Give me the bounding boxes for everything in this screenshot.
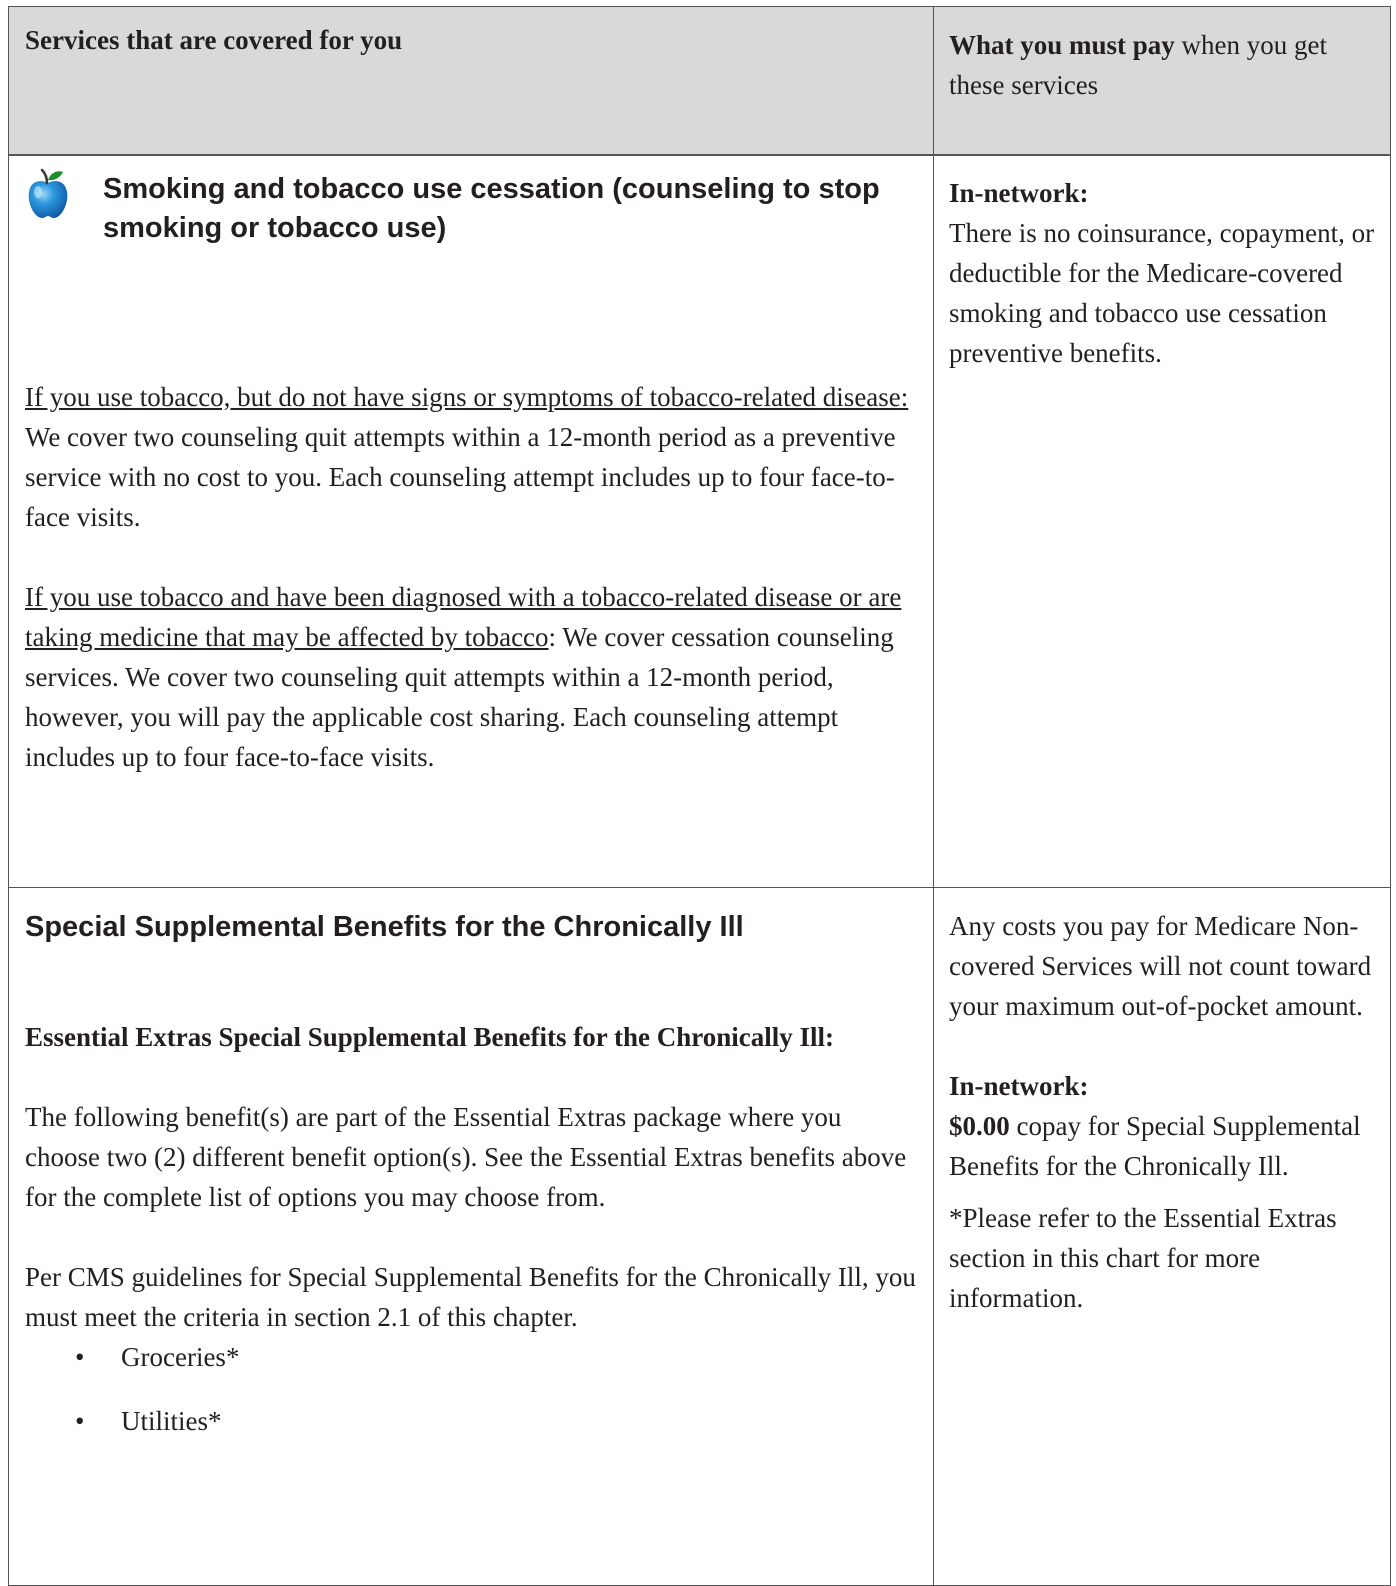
smoking-cessation-heading-block: Smoking and tobacco use cessation (couns… <box>25 168 917 248</box>
bullet-icon: • <box>75 1406 85 1436</box>
ssbci-title: Special Supplemental Benefits for the Ch… <box>25 911 744 943</box>
ssbci-copay-text: $0.00 copay for Special Supplemental Ben… <box>949 1106 1376 1186</box>
ssbci-subtitle-text: Essential Extras Special Supplemental Be… <box>25 1022 835 1052</box>
table-row: Special Supplemental Benefits for the Ch… <box>8 887 1391 1586</box>
apple-icon <box>28 168 68 218</box>
bullet-icon: • <box>75 1342 85 1372</box>
ssbci-paragraph-1: The following benefit(s) are part of the… <box>25 1102 907 1212</box>
ssbci-refer-note: *Please refer to the Essential Extras se… <box>949 1203 1337 1313</box>
ssbci-benefit-list: • Groceries* • Utilities* <box>25 1337 917 1441</box>
list-item: • Groceries* <box>75 1337 917 1377</box>
table-row: Smoking and tobacco use cessation (couns… <box>8 154 1391 888</box>
smoking-cessation-condition-1: If you use tobacco, but do not have sign… <box>25 382 909 412</box>
ssbci-moop-note: Any costs you pay for Medicare Non-cover… <box>949 911 1372 1021</box>
in-network-label: In-network: <box>949 173 1376 213</box>
smoking-cessation-paragraph-1: If you use tobacco, but do not have sign… <box>25 377 917 537</box>
ssbci-subtitle: Essential Extras Special Supplemental Be… <box>25 1017 917 1057</box>
in-network-label-text: In-network: <box>949 1071 1089 1101</box>
smoking-cessation-service-cell: Smoking and tobacco use cessation (couns… <box>8 154 934 888</box>
ssbci-service-cell: Special Supplemental Benefits for the Ch… <box>8 887 934 1586</box>
smoking-cessation-paragraph-2: If you use tobacco and have been diagnos… <box>25 577 917 777</box>
smoking-cessation-cost-cell: In-network: There is no coinsurance, cop… <box>933 154 1391 888</box>
smoking-cessation-detail-1: We cover two counseling quit attempts wi… <box>25 422 896 532</box>
header-what-you-must-pay-bold: What you must pay <box>949 30 1175 60</box>
list-item-text: Groceries* <box>121 1342 240 1372</box>
ssbci-copay-amount: $0.00 <box>949 1111 1010 1141</box>
benefits-chart-table: Services that are covered for you What y… <box>8 6 1391 1586</box>
header-what-you-must-pay: What you must pay when you get these ser… <box>933 6 1391 156</box>
ssbci-cost-cell: Any costs you pay for Medicare Non-cover… <box>933 887 1391 1586</box>
list-item: • Utilities* <box>75 1401 917 1441</box>
ssbci-copay-description: copay for Special Supplemental Benefits … <box>949 1111 1361 1181</box>
table-header-row: Services that are covered for you What y… <box>8 6 1391 156</box>
header-services-covered: Services that are covered for you <box>8 6 934 156</box>
ssbci-paragraph-2: Per CMS guidelines for Special Supplemen… <box>25 1262 916 1332</box>
list-item-text: Utilities* <box>121 1406 222 1436</box>
smoking-cessation-title: Smoking and tobacco use cessation (couns… <box>103 173 880 244</box>
in-network-label-text: In-network: <box>949 178 1089 208</box>
in-network-label: In-network: <box>949 1066 1376 1106</box>
smoking-cessation-cost-text: There is no coinsurance, copayment, or d… <box>949 218 1375 368</box>
